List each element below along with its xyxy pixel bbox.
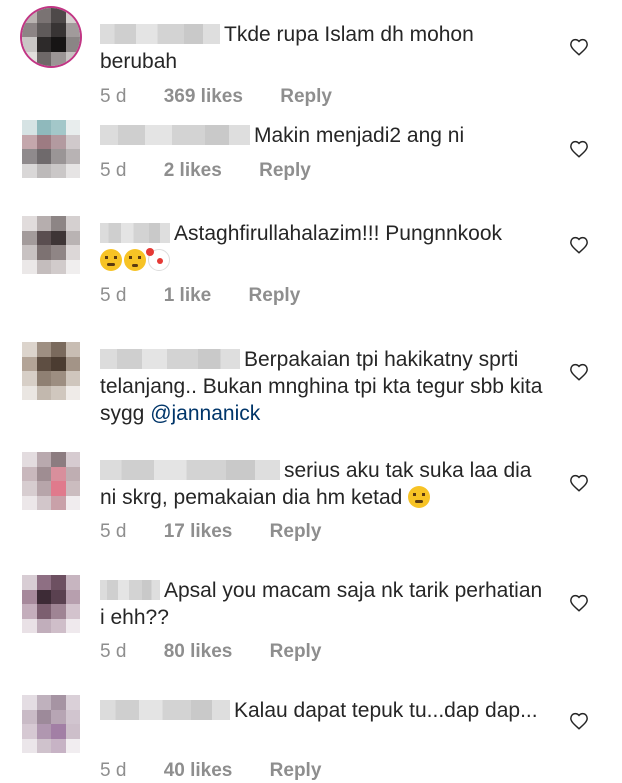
avatar[interactable] [22, 575, 80, 633]
comment-text-block: Kalau dapat tepuk tu...dap dap... [100, 697, 550, 724]
comment-text-block: Makin menjadi2 ang ni [100, 122, 550, 149]
heart-icon[interactable] [569, 474, 589, 492]
likes-count[interactable]: 80 likes [164, 641, 233, 662]
comment-text-block: Tkde rupa Islam dh mohon berubah [100, 21, 550, 75]
heart-icon[interactable] [569, 712, 589, 730]
heart-icon[interactable] [569, 38, 589, 56]
avatar[interactable] [22, 452, 80, 510]
reply-button[interactable]: Reply [280, 86, 332, 107]
comment-text: Astaghfirullahalazim!!! Pungnnkook [174, 222, 503, 245]
comment-meta: 5 d 2 likes Reply [100, 160, 311, 182]
reply-button[interactable]: Reply [270, 521, 322, 542]
comment-meta: 5 d 369 likes Reply [100, 86, 332, 108]
comment-meta: 5 d 80 likes Reply [100, 641, 321, 663]
heart-icon[interactable] [569, 140, 589, 158]
comment-meta: 5 d 1 like Reply [100, 285, 300, 307]
likes-count[interactable]: 40 likes [164, 760, 233, 781]
avatar[interactable] [22, 216, 80, 274]
frowning-emoji-icon [124, 249, 146, 271]
comment-time: 5 d [100, 521, 127, 542]
comment-text-block: Astaghfirullahalazim!!! Pungnnkook [100, 220, 550, 274]
comment-time: 5 d [100, 160, 127, 181]
likes-count[interactable]: 2 likes [164, 160, 222, 181]
avatar[interactable] [22, 342, 80, 400]
comment-time: 5 d [100, 641, 127, 662]
comment-text-block: serius aku tak suka laa dia ni skrg, pem… [100, 457, 550, 511]
heart-icon[interactable] [569, 236, 589, 254]
heart-icon[interactable] [569, 363, 589, 381]
blurred-username[interactable] [100, 24, 220, 44]
clown-emoji-icon [146, 248, 170, 271]
blurred-username[interactable] [100, 460, 280, 480]
blurred-username[interactable] [100, 580, 160, 600]
comment-time: 5 d [100, 760, 127, 781]
neutral-face-emoji-icon [408, 486, 431, 508]
mention-link[interactable]: @jannanick [150, 402, 260, 425]
avatar[interactable] [22, 8, 80, 66]
blurred-username[interactable] [100, 125, 250, 145]
comment-meta: 5 d 40 likes Reply [100, 760, 321, 782]
comment-text: Kalau dapat tepuk tu...dap dap... [234, 699, 538, 722]
blurred-username[interactable] [100, 700, 230, 720]
comment-meta: 5 d 17 likes Reply [100, 521, 321, 543]
comment-time: 5 d [100, 86, 127, 107]
blurred-username[interactable] [100, 349, 240, 369]
comment-text-block: Berpakaian tpi hakikatny sprti telanjang… [100, 346, 550, 427]
reply-button[interactable]: Reply [270, 760, 322, 781]
reply-button[interactable]: Reply [270, 641, 322, 662]
comment-text: Makin menjadi2 ang ni [254, 124, 465, 147]
laughing-emoji-icon [100, 249, 122, 271]
likes-count[interactable]: 369 likes [164, 86, 243, 107]
comment-time: 5 d [100, 285, 127, 306]
avatar[interactable] [22, 120, 80, 178]
reply-button[interactable]: Reply [259, 160, 311, 181]
comment-text: Apsal you macam saja nk tarik perhatian … [100, 579, 543, 629]
blurred-username[interactable] [100, 223, 170, 243]
reply-button[interactable]: Reply [249, 285, 301, 306]
likes-count[interactable]: 17 likes [164, 521, 233, 542]
heart-icon[interactable] [569, 594, 589, 612]
avatar[interactable] [22, 695, 80, 753]
likes-count[interactable]: 1 like [164, 285, 212, 306]
comment-text-block: Apsal you macam saja nk tarik perhatian … [100, 577, 550, 631]
